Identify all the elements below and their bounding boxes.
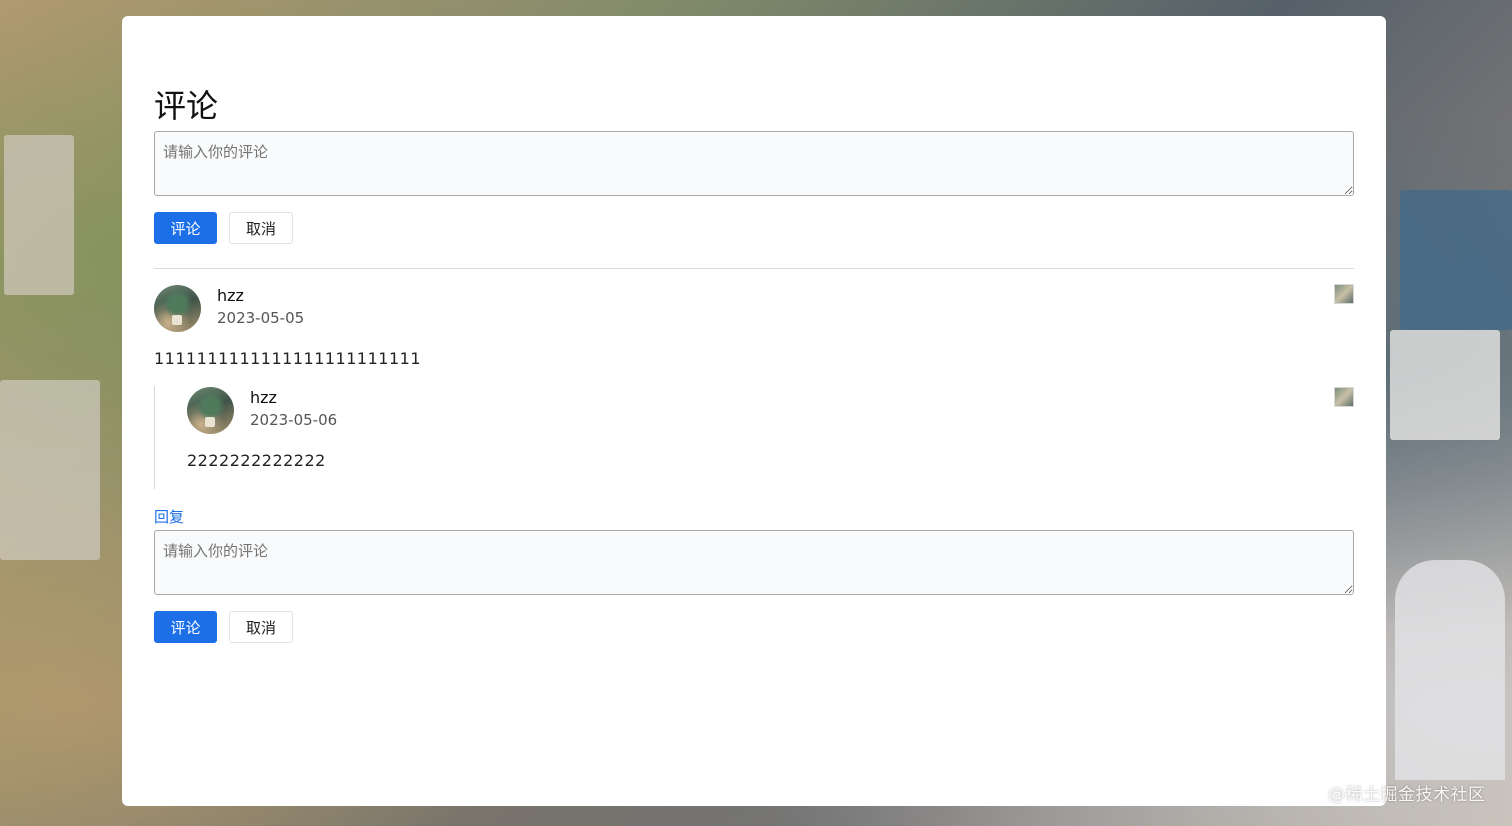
background-poster-right xyxy=(1400,190,1512,330)
background-poster-left xyxy=(4,135,74,295)
reply-thread: hzz 2023-05-06 2222222222222 xyxy=(154,386,1355,489)
comment-list-divider xyxy=(154,268,1354,269)
image-thumbnail-icon[interactable] xyxy=(1334,387,1354,407)
submit-reply-button[interactable]: 评论 xyxy=(154,611,217,643)
background-bust-right xyxy=(1395,560,1505,780)
background-board-left xyxy=(0,380,100,560)
image-thumbnail-icon[interactable] xyxy=(1334,284,1354,304)
cancel-comment-button[interactable]: 取消 xyxy=(229,212,293,244)
submit-comment-button[interactable]: 评论 xyxy=(154,212,217,244)
comment-username[interactable]: hzz xyxy=(217,285,244,307)
comment-date: 2023-05-05 xyxy=(217,309,305,327)
comment-text: 1111111111111111111111111 xyxy=(154,349,421,368)
cancel-reply-button[interactable]: 取消 xyxy=(229,611,293,643)
reply-input[interactable] xyxy=(154,530,1354,595)
user-avatar[interactable] xyxy=(187,387,234,434)
comment-input[interactable] xyxy=(154,131,1354,196)
reply-link[interactable]: 回复 xyxy=(154,507,184,527)
comment-card: 评论 评论 取消 hzz 2023-05-05 1111111111111111… xyxy=(122,16,1386,806)
background-chart-right xyxy=(1390,330,1500,440)
reply-date: 2023-05-06 xyxy=(250,411,338,429)
reply-text: 2222222222222 xyxy=(187,451,326,470)
site-watermark: @稀土掘金技术社区 xyxy=(1328,785,1486,805)
reply-username[interactable]: hzz xyxy=(250,387,277,409)
user-avatar[interactable] xyxy=(154,285,201,332)
page-title: 评论 xyxy=(154,87,219,125)
